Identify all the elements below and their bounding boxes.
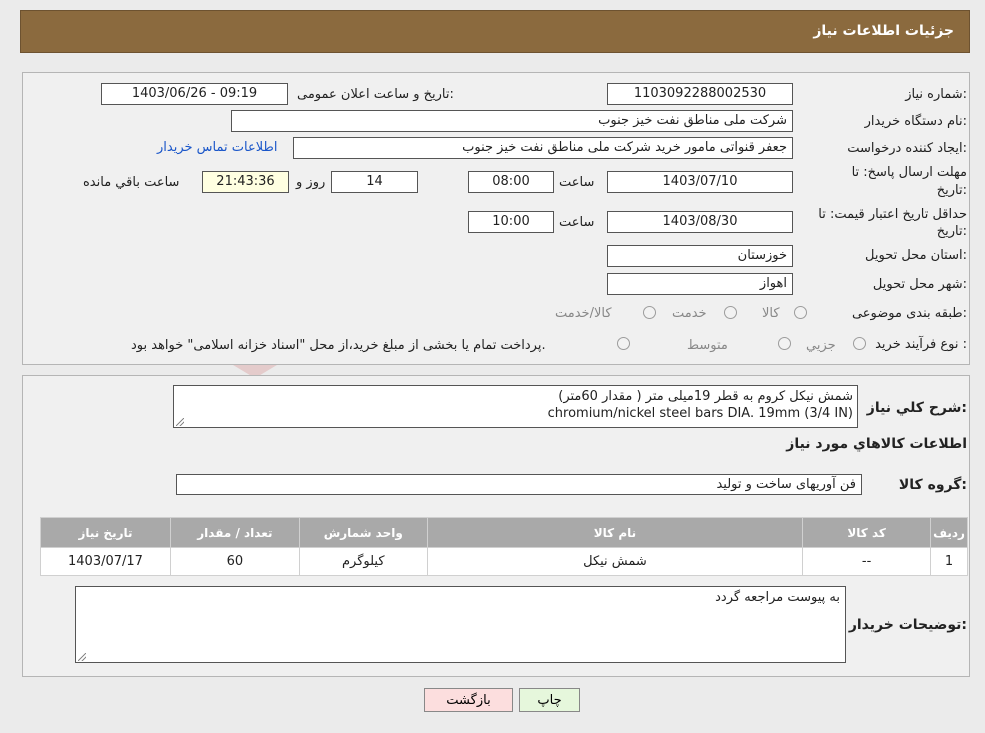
cell-row: 1 [930,547,968,576]
days-label: روز و [296,175,326,190]
description-line-en: chromium/nickel steel bars DIA. 19mm (3/… [547,406,853,421]
col-row: ردیف [930,517,968,548]
remaining-time-field: 21:43:36 [202,171,289,193]
buyer-org-label: نام دستگاه خریدار: [864,114,967,129]
validity-label-date: تاریخ: [936,224,967,239]
process-label: نوع فرآیند خرید : [875,337,967,352]
validity-time-field: 10:00 [468,211,554,233]
description-label: شرح کلي نیاز: [866,400,967,416]
category-goods-label: کالا [762,306,780,321]
deadline-time-label: ساعت [559,175,595,190]
buyer-org-field: شرکت ملی مناطق نفت خیز جنوب [231,110,793,132]
category-service-radio[interactable] [724,306,737,319]
category-both-label: کالا/خدمت [555,306,612,321]
category-goods-radio[interactable] [794,306,807,319]
need-number-field: 1103092288002530 [607,83,793,105]
process-treasury-checkbox[interactable] [617,337,630,350]
buyer-contact-link[interactable]: اطلاعات تماس خریدار [157,140,277,155]
province-field: خوزستان [607,245,793,267]
resize-grip-icon[interactable] [176,418,184,426]
goods-info-title: اطلاعات کالاهاي مورد نیاز [786,436,967,452]
table-row: 1 -- شمش نیکل کیلوگرم 60 1403/07/17 [40,547,968,576]
cell-code: -- [802,547,932,576]
deadline-label-date: تاریخ: [936,183,967,198]
col-code: کد کالا [802,517,932,548]
deadline-label: مهلت ارسال پاسخ: تا [851,165,967,180]
city-field: اهواز [607,273,793,295]
category-both-radio[interactable] [643,306,656,319]
category-label: طبقه بندی موضوعی: [851,306,967,321]
col-qty: تعداد / مقدار [169,517,300,548]
buyer-notes-label: توضیحات خریدار: [848,617,967,633]
goods-group-field: فن آوریهای ساخت و تولید [176,474,862,495]
process-partial-label: جزیي [806,338,836,353]
process-note: پرداخت تمام یا بخشی از مبلغ خرید،از محل … [131,338,546,353]
cell-unit: کیلوگرم [298,547,428,576]
creator-field: جعفر قنواتی مامور خرید شرکت ملی مناطق نف… [293,137,793,159]
buyer-notes-field: به پیوست مراجعه گردد [75,586,846,663]
back-button[interactable]: بازگشت [424,688,513,712]
validity-label: حداقل تاریخ اعتبار قیمت: تا [818,207,967,222]
goods-group-label: گروه کالا: [898,477,967,493]
process-medium-radio[interactable] [778,337,791,350]
days-field: 14 [331,171,418,193]
cell-name: شمش نیکل [426,547,804,576]
col-unit: واحد شمارش [298,517,428,548]
resize-grip-icon[interactable] [78,653,86,661]
province-label: استان محل تحویل: [865,248,967,263]
city-label: شهر محل تحویل: [872,277,967,292]
process-partial-radio[interactable] [853,337,866,350]
col-date: تاریخ نیاز [40,517,171,548]
category-service-label: خدمت [672,306,707,321]
cell-qty: 60 [169,547,300,576]
deadline-date-field: 1403/07/10 [607,171,793,193]
process-medium-label: متوسط [687,338,728,353]
validity-date-field: 1403/08/30 [607,211,793,233]
print-button[interactable]: چاپ [519,688,580,712]
goods-table: ردیف کد کالا نام کالا واحد شمارش تعداد /… [40,517,968,576]
remaining-label: ساعت باقي مانده [83,175,180,190]
description-line-fa: شمش نیکل کروم به قطر 19میلی متر ( مقدار … [558,389,853,404]
description-field: شمش نیکل کروم به قطر 19میلی متر ( مقدار … [173,385,858,428]
page-header: جزئیات اطلاعات نیاز [20,10,970,53]
announce-field: 1403/06/26 - 09:19 [101,83,288,105]
need-number-label: شماره نیاز: [905,87,967,102]
announce-label: تاریخ و ساعت اعلان عمومی: [297,87,454,102]
buyer-notes-text: به پیوست مراجعه گردد [715,590,840,605]
creator-label: ایجاد کننده درخواست: [847,141,967,156]
cell-date: 1403/07/17 [40,547,171,576]
page-title: جزئیات اطلاعات نیاز [813,23,954,39]
table-header-row: ردیف کد کالا نام کالا واحد شمارش تعداد /… [40,517,968,548]
validity-time-label: ساعت [559,215,595,230]
deadline-time-field: 08:00 [468,171,554,193]
col-name: نام کالا [426,517,804,548]
